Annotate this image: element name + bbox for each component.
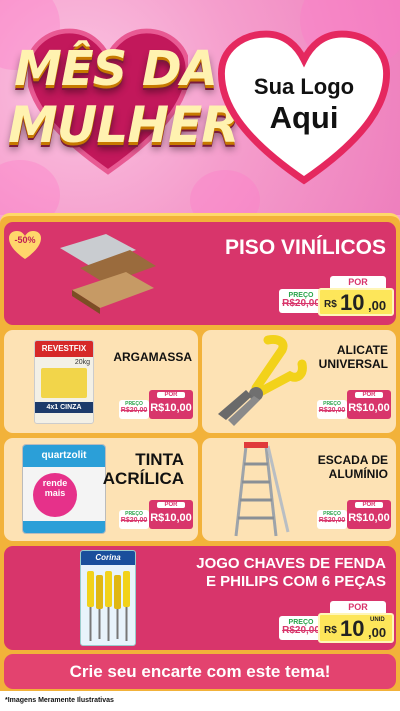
package-brand: quartzolit <box>23 445 105 467</box>
package-line2: mais <box>44 487 66 498</box>
old-price-tag: PREÇO R$20,00 <box>119 400 149 419</box>
old-price-tag: PREÇO R$20,00 <box>279 289 323 313</box>
old-price: R$20,00 <box>282 625 320 636</box>
new-price-tag: POR R$10,00 <box>149 500 193 529</box>
product-card-argamassa[interactable]: REVESTFIX 20kg 4x1 CINZA ARGAMASSA PREÇO… <box>4 330 198 433</box>
product-name-line2: ALUMÍNIO <box>328 467 388 481</box>
por-label: POR <box>157 502 185 508</box>
package-weight: 20kg <box>74 359 90 366</box>
old-price-tag: PREÇO R$20,00 <box>119 510 149 529</box>
page-title-line2: MULHER <box>8 96 240 154</box>
product-card-alicate[interactable]: ALICATE UNIVERSAL PREÇO R$20,00 POR R$10… <box>202 330 396 433</box>
por-label: POR <box>330 276 386 288</box>
por-label: POR <box>330 601 386 613</box>
new-price-tag: POR R$10,00 <box>347 500 391 529</box>
new-price-tag: R$ 10 ,00 <box>318 288 394 316</box>
new-price: R$10,00 <box>348 512 390 524</box>
screwdrivers-icon <box>87 571 130 641</box>
old-price: R$20,00 <box>120 517 148 524</box>
new-price-tag: POR R$10,00 <box>149 390 193 419</box>
product-card-tinta[interactable]: quartzolit rende mais TINTA ACRÍLICA PRE… <box>4 438 198 541</box>
new-price: R$10,00 <box>348 402 390 414</box>
mortar-bag-icon: REVESTFIX 20kg 4x1 CINZA <box>34 340 94 424</box>
por-label: POR <box>355 502 383 508</box>
paint-can-icon: quartzolit rende mais <box>22 444 106 534</box>
page-title-line1: MÊS DA <box>14 41 218 97</box>
product-card-escada[interactable]: ESCADA DE ALUMÍNIO PREÇO R$20,00 POR R$1… <box>202 438 396 541</box>
old-price: R$20,00 <box>120 407 148 414</box>
new-price: R$10,00 <box>150 402 192 414</box>
new-price: R$10,00 <box>150 512 192 524</box>
package-brand: Corina <box>81 551 135 565</box>
product-card-piso[interactable]: PISO VINÍLICOS PREÇO R$20,00 POR R$ 10 ,… <box>4 222 396 325</box>
vinyl-floor-icon <box>60 234 156 314</box>
por-label: POR <box>157 392 185 398</box>
cta-banner[interactable]: Crie seu encarte com este tema! <box>4 654 396 689</box>
product-name: ARGAMASSA <box>113 350 192 364</box>
old-price: R$20,00 <box>318 407 346 414</box>
product-name-line2: E PHILIPS COM 6 PEÇAS <box>205 573 386 590</box>
price-decimal: ,00 <box>368 625 387 640</box>
old-price: R$20,00 <box>282 298 320 309</box>
product-name-line1: ESCADA DE <box>317 453 388 467</box>
product-name: PISO VINÍLICOS <box>224 236 386 259</box>
unit-label: UNID <box>370 617 385 623</box>
new-price-tag: R$ 10 ,00 UNID <box>318 613 394 643</box>
new-price-tag: POR R$10,00 <box>347 390 391 419</box>
product-name-line1: ALICATE <box>336 343 388 357</box>
ladder-icon <box>234 442 290 537</box>
old-price-tag: PREÇO R$20,00 <box>317 510 347 529</box>
pliers-icon <box>218 335 307 426</box>
price-integer: 10 <box>340 616 365 641</box>
product-name-line1: JOGO CHAVES DE FENDA <box>196 555 386 572</box>
disclaimer-text: *Imagens Meramente Ilustrativas <box>0 691 400 711</box>
currency: R$ <box>324 625 337 636</box>
package-type: 4x1 CINZA <box>35 402 93 413</box>
logo-placeholder-line1: Sua Logo <box>253 74 355 99</box>
currency: R$ <box>324 299 337 310</box>
screwdriver-set-icon: Corina <box>80 550 136 646</box>
discount-badge: -50% <box>14 235 36 245</box>
old-price-tag: PREÇO R$20,00 <box>317 400 347 419</box>
price-decimal: ,00 <box>368 298 387 313</box>
product-name-line2: ACRÍLICA <box>102 469 184 488</box>
price-integer: 10 <box>340 290 365 315</box>
product-name-line2: UNIVERSAL <box>318 357 388 371</box>
product-name-line1: TINTA <box>135 450 184 469</box>
old-price-tag: PREÇO R$20,00 <box>279 616 323 640</box>
por-label: POR <box>355 392 383 398</box>
product-card-chaves[interactable]: Corina JOGO CHAVES DE FENDA E PHILIPS CO… <box>4 546 396 650</box>
logo-placeholder-line2: Aqui <box>269 100 339 135</box>
old-price: R$20,00 <box>318 517 346 524</box>
package-brand: REVESTFIX <box>35 341 93 357</box>
